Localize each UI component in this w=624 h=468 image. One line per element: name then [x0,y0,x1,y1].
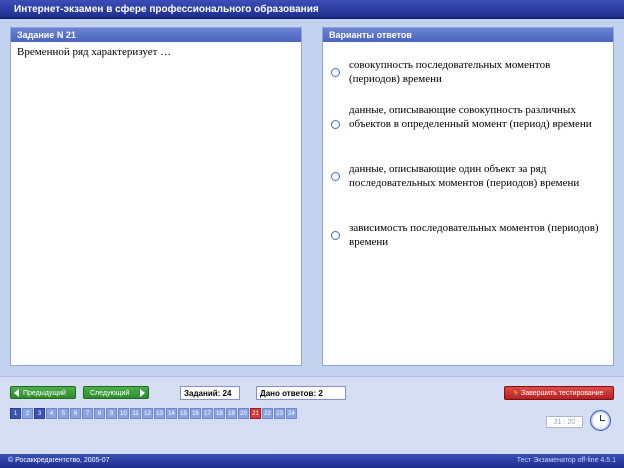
arrow-left-icon [14,389,19,397]
question-number-9[interactable]: 9 [106,408,117,419]
question-text: Временной ряд характеризует … [17,46,172,58]
question-number-17[interactable]: 17 [202,408,213,419]
question-number-11[interactable]: 11 [130,408,141,419]
previous-button-label: Предыдущий [23,390,66,397]
clock-icon [590,410,611,431]
radio-button[interactable] [331,120,340,129]
timer: 31 : 20 [546,416,583,428]
previous-button[interactable]: Предыдущий [10,386,76,399]
question-number-16[interactable]: 16 [190,408,201,419]
task-panel: Задание N 21 Временной ряд характеризует… [10,27,302,366]
question-number-4[interactable]: 4 [46,408,57,419]
next-button-label: Следующий [90,390,130,397]
next-button[interactable]: Следующий [83,386,149,399]
answer-option-label: совокупность последовательных моментов (… [349,59,551,85]
status-bar: © Росаккредагентство, 2005-07 Тест Экзам… [0,454,624,468]
answers-panel: Варианты ответов совокупность последоват… [322,27,614,366]
question-number-1[interactable]: 1 [10,408,21,419]
question-number-10[interactable]: 10 [118,408,129,419]
question-number-5[interactable]: 5 [58,408,69,419]
answer-option-label: зависимость последовательных моментов (п… [349,222,599,248]
question-number-6[interactable]: 6 [70,408,81,419]
task-header: Задание N 21 [11,28,301,42]
window-title: Интернет-экзамен в сфере профессионально… [0,0,624,19]
radio-button[interactable] [331,231,340,240]
version-text: Тест Экзаменатор off-line 4.5.1 [516,457,616,464]
question-number-3[interactable]: 3 [34,408,45,419]
bottom-toolbar: Предыдущий Следующий Заданий: 24 Дано от… [0,376,624,455]
question-number-18[interactable]: 18 [214,408,225,419]
work-area: Задание N 21 Временной ряд характеризует… [0,19,624,376]
copyright-text: © Росаккредагентство, 2005-07 [8,457,110,464]
radio-button[interactable] [331,172,340,181]
question-number-15[interactable]: 15 [178,408,189,419]
answers-header: Варианты ответов [323,28,613,42]
question-number-23[interactable]: 23 [274,408,285,419]
finish-test-button[interactable]: 🏃 Завершить тестирование [504,386,614,400]
question-number-7[interactable]: 7 [82,408,93,419]
question-number-14[interactable]: 14 [166,408,177,419]
question-number-8[interactable]: 8 [94,408,105,419]
running-man-icon: 🏃 [511,389,521,398]
question-number-24[interactable]: 24 [286,408,297,419]
question-number-13[interactable]: 13 [154,408,165,419]
question-number-12[interactable]: 12 [142,408,153,419]
arrow-right-icon [140,389,145,397]
radio-button[interactable] [331,68,340,77]
question-number-22[interactable]: 22 [262,408,273,419]
question-number-2[interactable]: 2 [22,408,33,419]
finish-test-label: Завершить тестирование [521,390,604,397]
answers-given-count: Дано ответов: 2 [256,386,346,400]
tasks-count: Заданий: 24 [180,386,240,400]
question-number-19[interactable]: 19 [226,408,237,419]
answer-option-label: данные, описывающие совокупность различн… [349,104,592,130]
answer-option-label: данные, описывающие один объект за ряд п… [349,163,580,189]
question-number-21[interactable]: 21 [250,408,261,419]
question-number-20[interactable]: 20 [238,408,249,419]
